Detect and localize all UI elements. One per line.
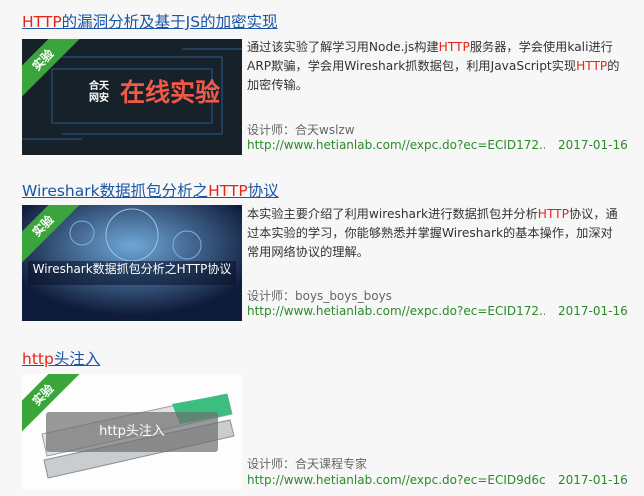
result-item-1: HTTP的漏洞分析及基于JS的加密实现 合天 网安 在线实验 实验 通过该实验了解… bbox=[0, 12, 644, 162]
result-title-link[interactable]: http头注入 bbox=[22, 349, 100, 369]
hetian-logo: 合天 网安 bbox=[89, 81, 109, 104]
result-thumbnail[interactable]: 合天 网安 在线实验 实验 bbox=[22, 39, 242, 155]
result-url[interactable]: http://www.hetianlab.com//expc.do?ec=ECI… bbox=[247, 138, 545, 152]
result-url[interactable]: http://www.hetianlab.com//expc.do?ec=ECI… bbox=[247, 304, 545, 318]
result-title-link[interactable]: Wireshark数据抓包分析之HTTP协议 bbox=[22, 181, 279, 201]
result-thumbnail[interactable]: Wireshark数据抓包分析之HTTP协议 实验 bbox=[22, 205, 242, 321]
result-date: 2017-01-16 bbox=[558, 473, 628, 487]
result-url[interactable]: http://www.hetianlab.com//expc.do?ec=ECI… bbox=[247, 473, 545, 487]
result-description: 本实验主要介绍了利用wireshark进行数据抓包并分析HTTP协议，通过本实验… bbox=[247, 207, 618, 259]
result-designer: 设计师：合天wslzw bbox=[247, 123, 355, 137]
thumb-overlay-label: http头注入 bbox=[46, 412, 218, 452]
result-item-2: Wireshark数据抓包分析之HTTP协议 Wireshark数据抓包分析之H… bbox=[0, 181, 644, 331]
result-date: 2017-01-16 bbox=[558, 138, 628, 152]
result-designer: 设计师：boys_boys_boys bbox=[247, 289, 392, 303]
result-title-link[interactable]: HTTP的漏洞分析及基于JS的加密实现 bbox=[22, 12, 278, 32]
result-date: 2017-01-16 bbox=[558, 304, 628, 318]
result-thumbnail[interactable]: http头注入 实验 bbox=[22, 374, 242, 490]
thumb-headline: 在线实验 bbox=[120, 78, 221, 107]
thumb-caption: Wireshark数据抓包分析之HTTP协议 bbox=[32, 262, 232, 276]
result-description: 通过该实验了解学习用Node.js构建HTTP服务器，学会使用kali进行ARP… bbox=[247, 40, 620, 92]
result-item-3: http头注入 http头注入 实验 设计师：合天课程专家 http://www… bbox=[0, 349, 644, 496]
result-designer: 设计师：合天课程专家 bbox=[247, 457, 368, 471]
